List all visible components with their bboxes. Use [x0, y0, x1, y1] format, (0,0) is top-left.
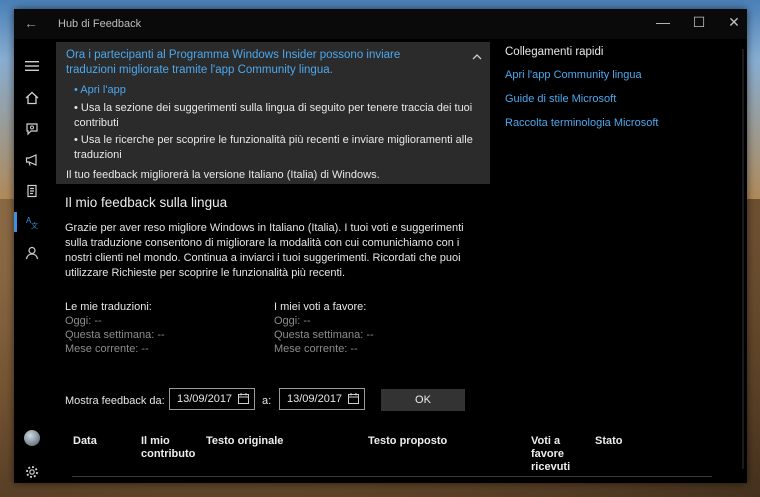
avatar-icon	[24, 430, 40, 446]
filter-label: Mostra feedback da:	[65, 395, 165, 407]
app-window: ← Hub di Feedback — ☐ ✕ A文 Ora i parteci…	[14, 9, 747, 483]
link-style-guides[interactable]: Guide di stile Microsoft	[505, 93, 735, 105]
window-title: Hub di Feedback	[58, 18, 142, 30]
stat-month: Mese corrente: --	[274, 343, 358, 355]
maximize-icon[interactable]: ☐	[686, 14, 712, 31]
column-header-votes[interactable]: Voti a favore ricevuti	[531, 435, 577, 474]
banner-heading: Ora i partecipanti al Programma Windows …	[66, 49, 401, 76]
column-header-contribution[interactable]: Il mio contributo	[141, 435, 201, 461]
gear-icon[interactable]	[14, 459, 50, 483]
column-header-status[interactable]: Stato	[595, 435, 655, 448]
banner-note: Il tuo feedback migliorerà la versione I…	[66, 169, 380, 181]
megaphone-icon[interactable]	[14, 147, 50, 173]
date-from-picker[interactable]: 13/09/2017	[169, 388, 255, 410]
date-separator: a:	[262, 395, 272, 407]
column-header-proposed[interactable]: Testo proposto	[368, 435, 508, 448]
chevron-up-icon[interactable]	[472, 47, 482, 65]
stat-heading: Le mie traduzioni:	[65, 301, 152, 313]
stat-today: Oggi: --	[274, 315, 311, 327]
stat-month: Mese corrente: --	[65, 343, 149, 355]
column-header-date[interactable]: Data	[73, 435, 123, 448]
stat-week: Questa settimana: --	[65, 329, 165, 341]
back-arrow-icon[interactable]: ←	[24, 15, 38, 31]
date-from-value: 13/09/2017	[177, 393, 233, 405]
stat-week: Questa settimana: --	[274, 329, 374, 341]
page-description: Grazie per aver reso migliore Windows in…	[65, 222, 464, 279]
scrollbar[interactable]	[742, 49, 744, 469]
column-header-original[interactable]: Testo originale	[206, 435, 346, 448]
banner-bullet-quests: • Usa le ricerche per scoprire le funzio…	[74, 134, 473, 161]
ok-button[interactable]: OK	[381, 389, 465, 411]
calendar-icon	[348, 393, 359, 404]
language-icon[interactable]: A文	[14, 209, 50, 235]
quick-links-heading: Collegamenti rapidi	[505, 46, 604, 58]
close-icon[interactable]: ✕	[721, 14, 747, 31]
stat-heading: I miei voti a favore:	[274, 301, 367, 313]
minimize-icon[interactable]: —	[650, 14, 676, 30]
stats-translations: Le mie traduzioni: Oggi: -- Questa setti…	[65, 300, 165, 356]
title-bar: ← Hub di Feedback — ☐ ✕	[14, 9, 747, 39]
quick-links: Collegamenti rapidi Apri l'app Community…	[505, 46, 735, 141]
person-icon[interactable]	[14, 240, 50, 266]
banner-bullet-suggestions: • Usa la sezione dei suggerimenti sulla …	[74, 102, 473, 129]
info-banner: Ora i partecipanti al Programma Windows …	[56, 42, 490, 184]
date-to-picker[interactable]: 13/09/2017	[279, 388, 365, 410]
stat-today: Oggi: --	[65, 315, 102, 327]
link-terminology[interactable]: Raccolta terminologia Microsoft	[505, 117, 735, 129]
feedback-icon[interactable]	[14, 116, 50, 142]
quest-icon[interactable]	[14, 178, 50, 204]
link-community-app[interactable]: Apri l'app Community lingua	[505, 69, 735, 81]
date-to-value: 13/09/2017	[287, 393, 343, 405]
sidebar: A文	[14, 39, 50, 483]
account-button[interactable]	[14, 425, 50, 451]
hamburger-icon[interactable]	[14, 53, 50, 79]
home-icon[interactable]	[14, 85, 50, 111]
stats-votes: I miei voti a favore: Oggi: -- Questa se…	[274, 300, 374, 356]
svg-text:文: 文	[31, 221, 38, 229]
calendar-icon	[238, 393, 249, 404]
page-title: Il mio feedback sulla lingua	[65, 195, 228, 210]
table-divider	[72, 476, 712, 477]
open-app-link[interactable]: • Apri l'app	[74, 84, 126, 96]
